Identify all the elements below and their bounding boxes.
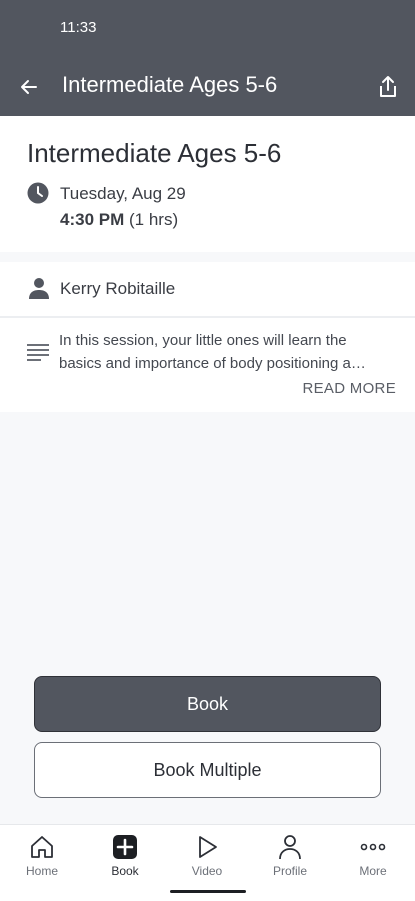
nav-label: More: [359, 864, 387, 878]
class-description: In this session, your little ones will l…: [59, 329, 399, 375]
more-icon: [360, 843, 386, 851]
app-bar-title: Intermediate Ages 5-6: [62, 72, 278, 97]
nav-book[interactable]: Book: [90, 833, 160, 889]
home-indicator: [170, 890, 246, 893]
book-button[interactable]: Book: [34, 676, 381, 732]
divider: [0, 316, 415, 318]
home-icon: [31, 836, 53, 858]
nav-home[interactable]: Home: [7, 833, 77, 889]
play-icon: [199, 836, 217, 858]
share-button[interactable]: [373, 72, 403, 102]
class-time: 4:30 PM (1 hrs): [60, 210, 178, 230]
book-plus-icon: [113, 835, 137, 859]
nav-profile[interactable]: Profile: [255, 833, 325, 889]
class-title: Intermediate Ages 5-6: [27, 138, 282, 168]
person-outline-icon: [279, 835, 301, 860]
description-line: In this session, your little ones will l…: [59, 332, 347, 349]
share-icon: [380, 76, 396, 97]
clock-icon: [27, 182, 49, 204]
read-more-link[interactable]: READ MORE: [302, 380, 396, 397]
info-card: Kerry Robitaille In this session, your l…: [0, 262, 415, 412]
nav-label: Video: [191, 864, 223, 878]
class-details-card: Intermediate Ages 5-6 Tuesday, Aug 29 4:…: [0, 116, 415, 252]
instructor-name[interactable]: Kerry Robitaille: [60, 279, 175, 299]
nav-label: Book: [111, 864, 139, 878]
description-line: basics and importance of body positionin…: [59, 355, 366, 372]
arrow-left-icon: [21, 80, 37, 94]
nav-label: Profile: [272, 864, 307, 878]
nav-more[interactable]: More: [338, 833, 408, 889]
class-date: Tuesday, Aug 29: [60, 184, 186, 203]
app-bar: 11:33 Intermediate Ages 5-6: [0, 0, 415, 116]
start-time: 4:30 PM: [60, 210, 125, 229]
description-lines-icon: [27, 344, 49, 361]
back-button[interactable]: [14, 72, 44, 102]
book-multiple-button[interactable]: Book Multiple: [34, 742, 381, 798]
duration: (1 hrs): [128, 210, 179, 229]
status-time: 11:33: [60, 19, 97, 36]
person-icon: [29, 278, 49, 299]
nav-video[interactable]: Video: [172, 833, 242, 889]
nav-label: Home: [25, 864, 58, 878]
